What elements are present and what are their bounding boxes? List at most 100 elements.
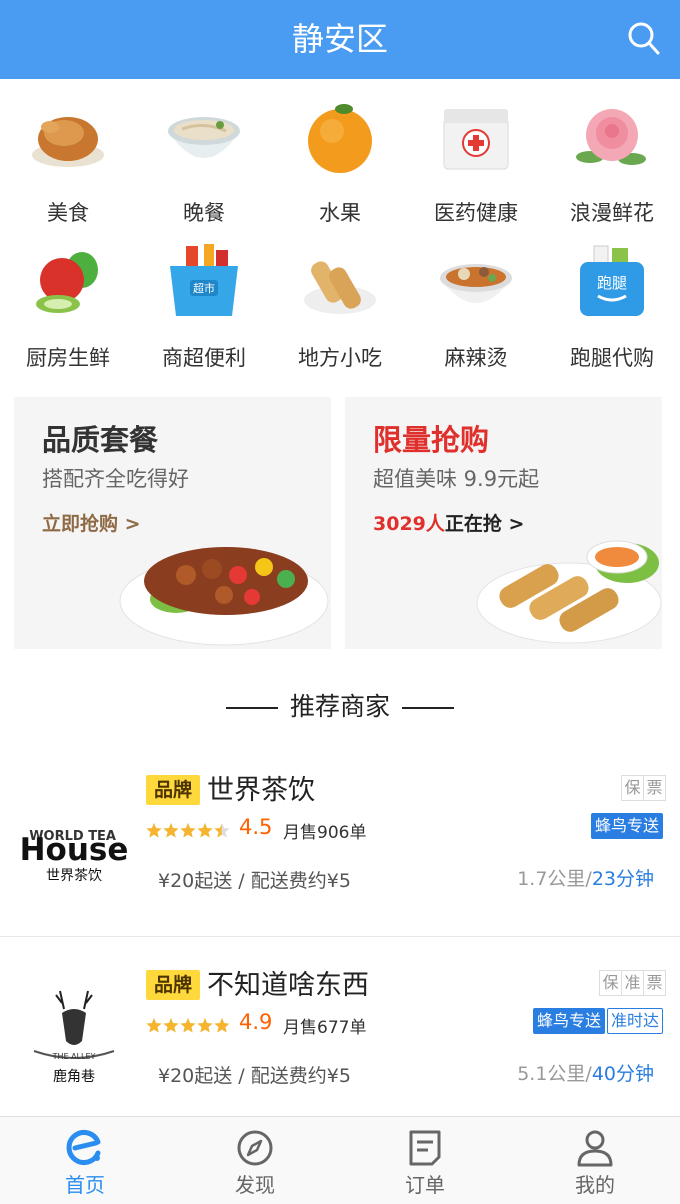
home-e-icon xyxy=(66,1130,101,1165)
star-filled xyxy=(163,823,179,838)
category-food[interactable]: 美食 xyxy=(0,97,136,237)
delivery-time: 40分钟 xyxy=(591,1063,654,1085)
vegetables-icon xyxy=(36,252,98,313)
search-icon[interactable] xyxy=(628,22,660,56)
shop-tag: 票 xyxy=(643,970,666,996)
tab-label: 我的 xyxy=(575,1173,615,1197)
category-flowers[interactable]: 浪漫鲜花 xyxy=(544,97,680,237)
category-supermarket[interactable]: 超市 商超便利 xyxy=(136,242,272,382)
distance: 5.1公里 xyxy=(517,1063,586,1085)
profile-icon xyxy=(577,1130,613,1167)
tab-discover[interactable]: 发现 xyxy=(170,1117,340,1204)
category-label: 美食 xyxy=(47,201,89,225)
rating-stars xyxy=(146,1018,230,1033)
category-label: 医药健康 xyxy=(434,201,518,225)
order-list-icon xyxy=(409,1130,441,1166)
category-snacks[interactable]: 地方小吃 xyxy=(272,242,408,382)
shop-logo: THE ALLEY 鹿角巷 xyxy=(33,990,115,1085)
category-fruit[interactable]: 水果 xyxy=(272,97,408,237)
promo-subtitle: 搭配齐全吃得好 xyxy=(42,467,189,491)
shop-logo: WORLD TEA House 世界茶饮 xyxy=(20,829,128,884)
logo-ribbon-text: THE ALLEY xyxy=(52,1052,96,1061)
noodle-bowl-icon xyxy=(168,117,240,158)
tab-home[interactable]: 首页 xyxy=(0,1117,170,1204)
title-divider-right xyxy=(402,707,454,709)
promo-subtitle: 超值美味 9.9元起 xyxy=(373,467,540,491)
service-badge: 蜂鸟专送 xyxy=(590,813,663,839)
tab-profile[interactable]: 我的 xyxy=(510,1117,680,1204)
errand-bag-icon: 跑腿 xyxy=(580,245,644,316)
tab-label: 发现 xyxy=(235,1173,275,1197)
svg-text:跑腿: 跑腿 xyxy=(597,274,627,292)
category-medicine[interactable]: 医药健康 xyxy=(408,97,544,237)
compass-icon xyxy=(237,1130,273,1166)
category-dinner[interactable]: 晚餐 xyxy=(136,97,272,237)
category-errand[interactable]: 跑腿 跑腿代购 xyxy=(544,242,680,382)
category-label: 水果 xyxy=(319,201,361,225)
brand-badge: 品牌 xyxy=(146,970,200,1000)
logo-text-main: House xyxy=(20,832,128,868)
rating-value: 4.9 xyxy=(239,1010,273,1034)
spring-roll-icon xyxy=(304,261,376,314)
service-badge: 蜂鸟专送 xyxy=(532,1008,605,1034)
rose-icon xyxy=(576,109,646,165)
star-filled xyxy=(214,1018,229,1033)
promo-title: 限量抢购 xyxy=(373,423,490,457)
star-filled xyxy=(197,823,213,838)
promo-flash-sale[interactable]: 限量抢购 超值美味 9.9元起 3029人正在抢 > xyxy=(345,397,662,649)
supermarket-basket-icon: 超市 xyxy=(170,244,238,316)
shop-tag: 保 xyxy=(621,775,644,801)
distance: 1.7公里 xyxy=(517,868,586,890)
category-label: 厨房生鲜 xyxy=(26,346,110,370)
star-filled xyxy=(163,1018,179,1033)
delivery-services: 蜂鸟专送 准时达 xyxy=(529,1008,663,1034)
shop-tag: 票 xyxy=(643,775,666,801)
svg-text:超市: 超市 xyxy=(193,281,215,295)
title-divider-left xyxy=(225,707,278,709)
rating-stars xyxy=(146,823,230,838)
category-label: 浪漫鲜花 xyxy=(570,201,654,225)
shop-divider xyxy=(0,936,680,937)
section-title: 推荐商家 xyxy=(0,687,680,727)
logo-text-cn: 世界茶饮 xyxy=(46,868,102,884)
shop-name: 世界茶饮 xyxy=(207,775,315,806)
category-fresh[interactable]: 厨房生鲜 xyxy=(0,242,136,382)
service-badge-ontime: 准时达 xyxy=(606,1008,663,1034)
category-label: 商超便利 xyxy=(162,346,246,370)
spicy-hotpot-icon xyxy=(440,264,512,303)
shop-card[interactable]: WORLD TEA House 世界茶饮 品牌 世界茶饮 保 票 4.5 月售9… xyxy=(0,760,680,948)
tab-orders[interactable]: 订单 xyxy=(340,1117,510,1204)
monthly-sales: 月售677单 xyxy=(283,1018,367,1038)
kebab-plate-image xyxy=(119,547,329,646)
shop-tag: 准 xyxy=(621,970,644,996)
tab-label: 首页 xyxy=(65,1173,105,1197)
promo-quality-meals[interactable]: 品质套餐 搭配齐全吃得好 立即抢购 > xyxy=(14,397,331,649)
shop-card[interactable]: THE ALLEY 鹿角巷 品牌 不知道啥东西 保 准 票 4.9 月售677单… xyxy=(0,955,680,1143)
star-filled xyxy=(180,823,196,838)
orange-icon xyxy=(308,104,372,173)
delivery-services: 蜂鸟专送 xyxy=(587,813,663,839)
shop-tags: 保 准 票 xyxy=(599,970,666,996)
delivery-fee: ¥20起送 / 配送费约¥5 xyxy=(158,1065,351,1087)
location-title[interactable]: 静安区 xyxy=(0,0,680,79)
category-malatang[interactable]: 麻辣烫 xyxy=(408,242,544,382)
medicine-box-icon xyxy=(443,109,509,170)
promo-count: 3029人 xyxy=(373,513,445,535)
star-filled xyxy=(146,823,162,838)
delivery-fee: ¥20起送 / 配送费约¥5 xyxy=(158,870,351,892)
tab-label: 订单 xyxy=(405,1173,445,1197)
spring-rolls-plate-image xyxy=(476,540,662,644)
logo-text-cn: 鹿角巷 xyxy=(53,1068,95,1085)
star-filled xyxy=(197,1018,213,1033)
monthly-sales: 月售906单 xyxy=(283,823,367,843)
shop-name: 不知道啥东西 xyxy=(207,970,369,1001)
shop-tag: 保 xyxy=(599,970,622,996)
category-label: 跑腿代购 xyxy=(570,346,654,370)
star-filled xyxy=(180,1018,196,1033)
rating-value: 4.5 xyxy=(239,815,273,839)
section-title-text: 推荐商家 xyxy=(289,692,390,721)
promo-title: 品质套餐 xyxy=(42,423,159,457)
delivery-time: 23分钟 xyxy=(591,868,654,890)
star-filled xyxy=(146,1018,162,1033)
top-bar: 静安区 xyxy=(0,0,680,79)
